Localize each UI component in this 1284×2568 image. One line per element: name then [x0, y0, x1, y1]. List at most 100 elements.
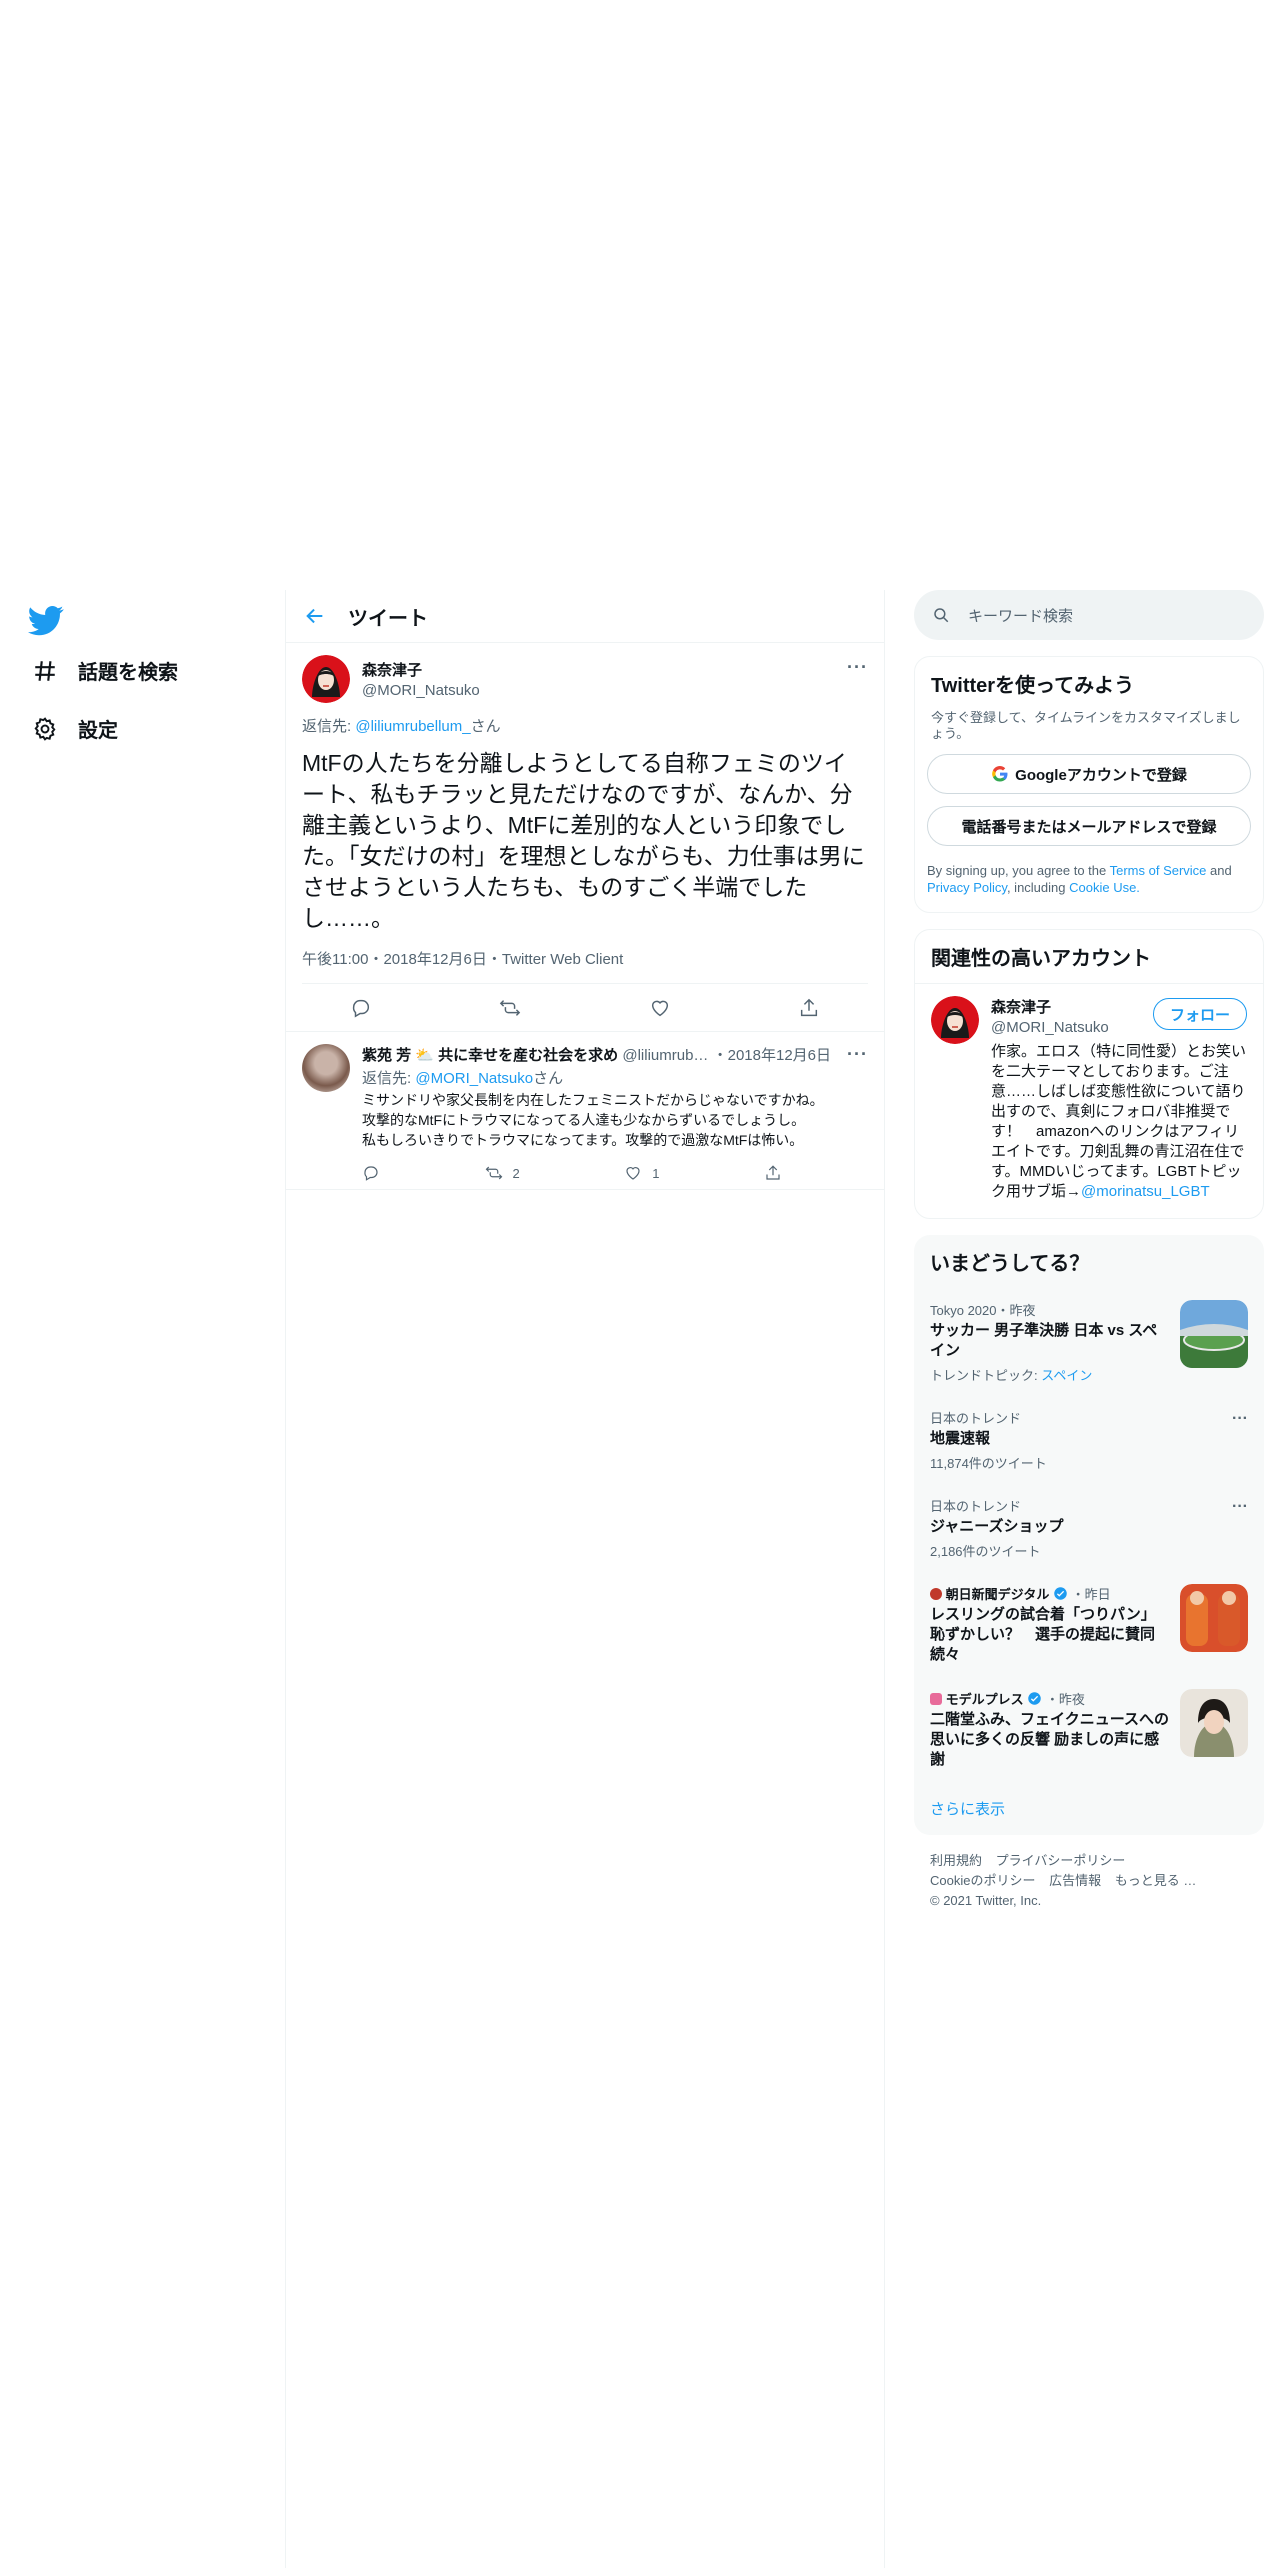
trends-card: いまどうしてる？ Tokyo 2020・昨夜 サッカー 男子準決勝 日本 vs … [914, 1235, 1264, 1835]
footer-more-link[interactable]: もっと見る … [1115, 1873, 1197, 1888]
search-input[interactable]: キーワード検索 [914, 590, 1264, 640]
signup-legal: By signing up, you agree to the Terms of… [915, 846, 1263, 912]
privacy-link[interactable]: Privacy Policy [927, 880, 1007, 895]
trend-more-icon[interactable]: ··· [1232, 1498, 1248, 1516]
retweet-icon[interactable] [499, 997, 521, 1019]
nav-explore[interactable]: 話題を検索 [32, 656, 178, 685]
footer-terms-link[interactable]: 利用規約 [930, 1853, 982, 1868]
related-bio: 作家。エロス（特に同性愛）とお笑いを二大テーマとしております。ご注意……しばしば… [991, 1042, 1247, 1202]
reply-tweet[interactable]: ··· 紫苑 芳 ⛅ 共に幸せを産む社会を求め @liliumrub… ・201… [286, 1032, 884, 1190]
related-title: 関連性の高いアカウント [931, 948, 1151, 970]
footer-ads-link[interactable]: 広告情報 [1049, 1873, 1101, 1888]
related-accounts-card: 関連性の高いアカウント フォロー 森奈津子 @MORI_Natsuko 作家。エ… [914, 929, 1264, 1219]
reply-like-button[interactable]: 1 [624, 1164, 659, 1182]
reply-text: ミサンドリや家父長制を内在したフェミニストだからじゃないですかね。 攻撃的なMt… [362, 1090, 868, 1150]
show-more-link[interactable]: さらに表示 [914, 1782, 1264, 1835]
reply-text-line: ミサンドリや家父長制を内在したフェミニストだからじゃないですかね。 [362, 1092, 824, 1108]
trend-title: 地震速報 [930, 1430, 991, 1447]
reply-icon[interactable] [350, 997, 372, 1019]
replying-suffix: さん [470, 718, 501, 735]
twitter-logo-icon[interactable] [28, 602, 64, 638]
reply-more-options-icon[interactable]: ··· [847, 1044, 868, 1065]
retweet-icon [485, 1166, 502, 1180]
tweet-client: Twitter Web Client [501, 951, 624, 968]
related-bio-link[interactable]: @morinatsu_LGBT [1081, 1183, 1210, 1200]
related-avatar[interactable] [931, 996, 979, 1044]
portrait-thumbnail [1180, 1689, 1248, 1757]
news-title: 二階堂ふみ、フェイクニュースへの思いに多くの反響 励ましの声に感謝 [930, 1711, 1169, 1768]
nav-explore-label: 話題を検索 [78, 662, 178, 684]
more-options-icon[interactable]: ··· [847, 657, 868, 678]
reply-date-sep: ・ [712, 1047, 728, 1064]
tweet-date[interactable]: 2018年12月6日 [383, 951, 486, 968]
reply-author-handle[interactable]: @liliumrub… [622, 1047, 708, 1064]
author-name[interactable]: 森奈津子 [362, 659, 868, 680]
terms-link[interactable]: Terms of Service [1110, 863, 1207, 878]
reply-actions: 2 1 [362, 1164, 782, 1182]
tweet-time[interactable]: 午後11:00 [302, 951, 368, 968]
reply-share-button[interactable] [764, 1164, 782, 1182]
footer-cookie-link[interactable]: Cookieのポリシー [930, 1873, 1035, 1888]
legal-text: , including [1006, 880, 1070, 895]
trend-more-icon[interactable]: ··· [1232, 1410, 1248, 1428]
like-count: 1 [652, 1165, 660, 1181]
hashtag-icon [35, 660, 55, 681]
meta-separator: ・ [486, 951, 502, 968]
trend-meta: 日本のトレンド [930, 1411, 1022, 1426]
reply-replying-handle[interactable]: @MORI_Natsuko [415, 1070, 533, 1087]
nav-settings[interactable]: 設定 [32, 714, 118, 743]
reply-retweet-button[interactable]: 2 [485, 1164, 520, 1182]
trend-meta: 日本のトレンド [930, 1499, 1022, 1514]
footer-copyright: © 2021 Twitter, Inc. [930, 1893, 1042, 1908]
focused-tweet: 森奈津子 @MORI_Natsuko ··· 返信先: @liliumrubel… [286, 643, 884, 984]
right-sidebar: キーワード検索 Twitterを使ってみよう 今すぐ登録して、タイムラインをカス… [914, 590, 1264, 1927]
page-title: ツイート [348, 607, 428, 630]
news-item[interactable]: モデルプレス ・昨夜 二階堂ふみ、フェイクニュースへの思いに多くの反響 励ましの… [914, 1677, 1264, 1782]
news-source: 朝日新聞デジタル ・昨日 [930, 1584, 1170, 1603]
trend-meta: Tokyo 2020・昨夜 [930, 1303, 1036, 1318]
author-block: 森奈津子 @MORI_Natsuko [362, 655, 868, 703]
meta-separator: ・ [368, 951, 384, 968]
tweet-text: MtFの人たちを分離しようとしてる自称フェミのツイート、私もチラッと見ただけなの… [302, 750, 865, 931]
trend-item[interactable]: Tokyo 2020・昨夜 サッカー 男子準決勝 日本 vs スペイン トレンド… [914, 1288, 1264, 1396]
main-header: ツイート [286, 590, 884, 643]
news-source-name: 朝日新聞デジタル [945, 1587, 1050, 1602]
reply-reply-button[interactable] [362, 1164, 380, 1182]
like-icon[interactable] [649, 997, 671, 1019]
author-handle[interactable]: @MORI_Natsuko [362, 682, 868, 699]
reply-replying-suffix: さん [533, 1070, 564, 1087]
back-arrow-icon[interactable] [304, 605, 326, 627]
news-item[interactable]: 朝日新聞デジタル ・昨日 レスリングの試合着「つりパン」恥ずかしい？ 選手の提起… [914, 1572, 1264, 1677]
reply-avatar[interactable] [302, 1044, 350, 1092]
author-avatar[interactable] [302, 655, 350, 703]
cookie-link[interactable]: Cookie Use. [1069, 880, 1140, 895]
share-icon[interactable] [798, 997, 820, 1019]
trend-title: ジャニーズショップ [930, 1518, 1064, 1535]
phone-signup-label: 電話番号またはメールアドレスで登録 [961, 818, 1217, 836]
tweet-actions [286, 984, 884, 1032]
trend-topic-link[interactable]: スペイン [1041, 1368, 1092, 1383]
replying-handle-link[interactable]: @liliumrubellum_ [355, 718, 470, 735]
legal-text: By signing up, you agree to the [927, 863, 1110, 878]
reply-author-name[interactable]: 紫苑 芳 ⛅ 共に幸せを産む社会を求め [362, 1047, 618, 1064]
replying-prefix: 返信先: [302, 718, 356, 735]
trend-item[interactable]: 日本のトレンド 地震速報 11,874件のツイート ··· [914, 1396, 1264, 1484]
retweet-count: 2 [512, 1165, 520, 1181]
search-placeholder: キーワード検索 [968, 607, 1074, 625]
reply-date[interactable]: 2018年12月6日 [728, 1047, 831, 1064]
related-bio-text: 作家。エロス（特に同性愛）とお笑いを二大テーマとしております。ご注意……しばしば… [991, 1043, 1247, 1200]
related-account[interactable]: フォロー 森奈津子 @MORI_Natsuko 作家。エロス（特に同性愛）とお笑… [915, 983, 1263, 1218]
reply-body: 紫苑 芳 ⛅ 共に幸せを産む社会を求め @liliumrub… ・2018年12… [362, 1044, 868, 1182]
google-icon [992, 765, 1008, 782]
google-signup-button[interactable]: Googleアカウントで登録 [927, 754, 1251, 794]
reply-text-line: 攻撃的なMtFにトラウマになってる人達も少なからずいるでしょうし。 [362, 1112, 806, 1128]
follow-button[interactable]: フォロー [1152, 998, 1247, 1030]
footer-privacy-link[interactable]: プライバシーポリシー [996, 1853, 1126, 1868]
nav-settings-label: 設定 [78, 720, 118, 742]
phone-signup-button[interactable]: 電話番号またはメールアドレスで登録 [927, 806, 1251, 846]
trend-title: サッカー 男子準決勝 日本 vs スペイン [930, 1322, 1158, 1359]
trend-item[interactable]: 日本のトレンド ジャニーズショップ 2,186件のツイート ··· [914, 1484, 1264, 1572]
like-icon [626, 1167, 640, 1180]
wrestling-thumbnail [1180, 1584, 1248, 1652]
verified-icon [1028, 1692, 1042, 1705]
